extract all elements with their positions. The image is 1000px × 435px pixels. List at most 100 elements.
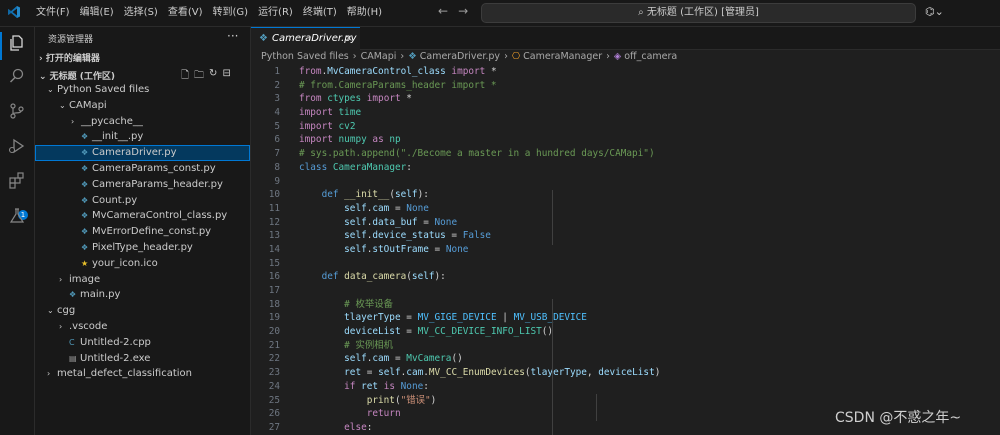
source-control-icon[interactable] — [8, 102, 26, 120]
back-arrow-icon[interactable]: ← — [438, 4, 448, 18]
chevron-down-icon[interactable]: ⌄ — [59, 98, 69, 114]
tree-item[interactable]: ❖ CameraDriver.py — [35, 145, 250, 161]
tab-cameradriver[interactable]: ❖ CameraDriver.py × — [251, 27, 360, 50]
line-number: 22 — [268, 353, 280, 365]
tree-item[interactable]: ❖ MvCameraControl_class.py — [35, 208, 250, 224]
forward-arrow-icon[interactable]: → — [458, 4, 468, 18]
code-text: # from.CameraParams_header import * — [299, 79, 497, 91]
extensions-icon[interactable] — [8, 172, 26, 190]
breadcrumb-item[interactable]: CameraDriver.py — [420, 51, 500, 62]
code-text: from.MvCameraControl_class import * — [299, 66, 497, 77]
menu-help[interactable]: 帮助(H) — [342, 0, 387, 26]
code-line: 23 ret = self.cam.MV_CC_EnumDevices(tlay… — [251, 366, 1000, 380]
menu-terminal[interactable]: 终端(T) — [298, 0, 342, 26]
chevron-right-icon[interactable]: › — [59, 272, 69, 288]
line-number: 9 — [274, 175, 280, 187]
tree-item[interactable]: › __pycache__ — [35, 114, 250, 130]
testing-flask-icon[interactable] — [8, 207, 26, 225]
menu-run[interactable]: 运行(R) — [253, 0, 298, 26]
code-line: 21 # 实例相机 — [251, 339, 1000, 353]
menu-file[interactable]: 文件(F) — [31, 0, 75, 26]
breadcrumb-separator-icon: › — [352, 51, 357, 62]
tree-item-label: .vscode — [69, 320, 108, 332]
code-line: 8 class CameraManager: — [251, 161, 1000, 175]
tree-item[interactable]: ❖ MvErrorDefine_const.py — [35, 224, 250, 240]
code-text: # sys.path.append("./Become a master in … — [299, 148, 655, 160]
tree-item[interactable]: ⌄ Python Saved files — [35, 82, 250, 98]
tree-item-label: your_icon.ico — [92, 257, 158, 269]
breadcrumb-separator-icon: › — [400, 51, 405, 62]
chevron-right-icon[interactable]: › — [47, 366, 57, 382]
copilot-icon[interactable]: ⌬⌄ — [925, 5, 944, 18]
tree-item-label: metal_defect_classification — [57, 368, 192, 380]
tree-item-label: Count.py — [92, 194, 138, 206]
tree-item[interactable]: ★ your_icon.ico — [35, 256, 250, 272]
tree-item[interactable]: C Untitled-2.cpp — [35, 335, 250, 351]
search-icon[interactable] — [8, 67, 26, 85]
tree-item[interactable]: ❖ Count.py — [35, 193, 250, 209]
code-text: self.stOutFrame = None — [344, 243, 469, 255]
code-line: 20 deviceList = MV_CC_DEVICE_INFO_LIST() — [251, 325, 1000, 339]
chevron-right-icon[interactable]: › — [71, 114, 81, 130]
code-text: return — [366, 408, 401, 420]
python-file-icon: ❖ — [81, 211, 89, 221]
breadcrumb-item[interactable]: Python Saved files — [261, 51, 349, 62]
code-text: else: — [344, 421, 373, 433]
open-editors-section[interactable]: › 打开的编辑器 — [39, 51, 100, 64]
tree-item[interactable]: ❖ CameraParams_const.py — [35, 161, 250, 177]
code-line: 22 self.cam = MvCamera() — [251, 352, 1000, 366]
chevron-right-icon[interactable]: › — [59, 319, 69, 335]
workspace-section[interactable]: ⌄ 无标题 (工作区) — [39, 69, 115, 82]
class-symbol-icon: ⎔ — [511, 51, 521, 62]
code-line: 3 from ctypes import * — [251, 92, 1000, 106]
tree-item[interactable]: ⌄ CAMapi — [35, 98, 250, 114]
code-editor[interactable]: 1 from.MvCameraControl_class import * 2 # f… — [251, 65, 1000, 435]
more-actions-icon[interactable]: ··· — [227, 29, 238, 43]
indent-guide — [552, 190, 553, 245]
tree-item[interactable]: ❖ __init__.py — [35, 129, 250, 145]
line-number: 15 — [268, 257, 280, 269]
breadcrumb-item[interactable]: CameraManager — [523, 51, 602, 62]
breadcrumb-separator-icon: › — [606, 51, 610, 62]
tree-item[interactable]: ⌄ cgg — [35, 303, 250, 319]
menu-view[interactable]: 查看(V) — [163, 0, 208, 26]
tree-item-label: MvCameraControl_class.py — [92, 210, 228, 222]
menu-edit[interactable]: 编辑(E) — [75, 0, 119, 26]
breadcrumb-item[interactable]: CAMapi — [361, 51, 397, 62]
tree-item[interactable]: ❖ CameraParams_header.py — [35, 177, 250, 193]
explorer-files-icon[interactable] — [8, 34, 26, 52]
tree-item[interactable]: ❖ main.py — [35, 287, 250, 303]
tree-item[interactable]: ▤ Untitled-2.exe — [35, 351, 250, 367]
code-text: import cv2 — [299, 120, 356, 132]
command-center-search[interactable]: ⌕ 无标题 (工作区) [管理员] — [481, 3, 916, 23]
line-number: 3 — [274, 93, 280, 105]
chevron-down-icon[interactable]: ⌄ — [47, 303, 57, 319]
tree-item-label: Python Saved files — [57, 84, 150, 95]
run-debug-icon[interactable] — [8, 137, 26, 155]
tree-item[interactable]: › metal_defect_classification — [35, 366, 250, 382]
python-file-icon: ❖ — [81, 179, 89, 189]
breadcrumb-item[interactable]: off_camera — [624, 51, 677, 62]
line-number: 12 — [268, 216, 280, 228]
menu-selection[interactable]: 选择(S) — [119, 0, 163, 26]
tree-item-label: MvErrorDefine_const.py — [92, 226, 212, 238]
code-text: import numpy as np — [299, 134, 401, 146]
vscode-logo-icon — [8, 6, 20, 18]
tree-item[interactable]: ❖ PixelType_header.py — [35, 240, 250, 256]
tree-item-label: __pycache__ — [81, 115, 143, 127]
code-text: def data_camera(self): — [321, 271, 446, 283]
tree-item[interactable]: › .vscode — [35, 319, 250, 335]
python-file-icon: ❖ — [81, 148, 89, 158]
line-number: 24 — [268, 380, 280, 392]
menu-go[interactable]: 转到(G) — [208, 0, 254, 26]
code-line: 9 — [251, 175, 1000, 189]
code-text: self.data_buf = None — [344, 216, 458, 228]
code-text: class CameraManager: — [299, 161, 412, 173]
chevron-down-icon[interactable]: ⌄ — [47, 82, 57, 98]
code-line: 25 print("错误") — [251, 394, 1000, 408]
close-icon[interactable]: × — [345, 28, 353, 50]
tree-item[interactable]: › image — [35, 272, 250, 288]
line-number: 26 — [268, 408, 280, 420]
code-line: 13 self.device_status = False — [251, 229, 1000, 243]
menu-bar: 文件(F) 编辑(E) 选择(S) 查看(V) 转到(G) 运行(R) 终端(T… — [31, 0, 387, 26]
